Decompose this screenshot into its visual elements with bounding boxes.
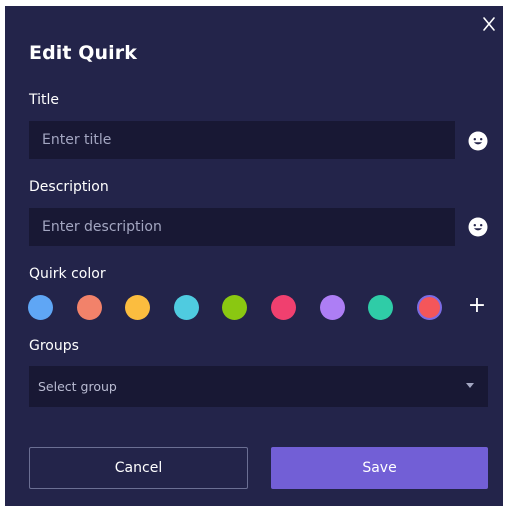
title-emoji-icon[interactable]	[468, 131, 488, 151]
color-swatch-lavender[interactable]	[319, 295, 345, 320]
color-swatch-red[interactable]	[416, 295, 442, 320]
group-select-placeholder: Select group	[38, 379, 117, 394]
add-color-button[interactable]: +	[467, 293, 487, 319]
color-swatch-pink[interactable]	[271, 295, 296, 320]
description-emoji-icon[interactable]	[468, 217, 488, 237]
groups-label: Groups	[29, 338, 79, 354]
cancel-button[interactable]: Cancel	[29, 447, 248, 489]
edit-quirk-dialog: Edit Quirk Title Description Quirk color…	[5, 6, 503, 506]
close-icon[interactable]	[479, 14, 499, 34]
title-label: Title	[29, 92, 60, 108]
color-swatch-cyan[interactable]	[173, 295, 199, 320]
chevron-down-icon	[466, 383, 474, 388]
color-swatch-amber[interactable]	[125, 295, 151, 320]
color-swatch-teal[interactable]	[368, 295, 394, 320]
description-input[interactable]	[29, 208, 455, 246]
save-button[interactable]: Save	[271, 447, 488, 489]
quirk-color-label: Quirk color	[29, 266, 106, 282]
color-swatch-salmon[interactable]	[76, 295, 102, 320]
group-select[interactable]: Select group	[29, 366, 488, 407]
dialog-title: Edit Quirk	[29, 42, 137, 64]
color-swatch-lime[interactable]	[222, 295, 248, 320]
color-swatch-blue[interactable]	[28, 295, 53, 320]
title-input[interactable]	[29, 121, 455, 159]
description-label: Description	[29, 179, 109, 195]
